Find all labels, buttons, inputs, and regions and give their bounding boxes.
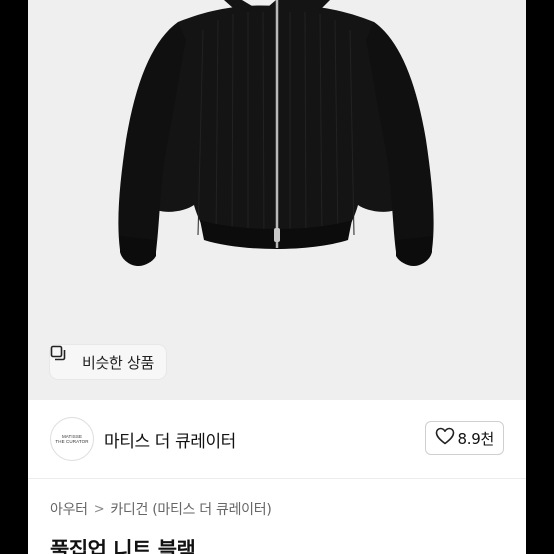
cardigan-illustration (118, 0, 434, 267)
similar-products-button[interactable]: 비슷한 상품 (50, 345, 166, 379)
left-frame-border (0, 0, 28, 554)
seller-logo[interactable]: MATISSE THE CURATOR (50, 417, 94, 461)
product-title: 풀집업 니트 블랙 (50, 538, 196, 554)
product-detail-page: 비슷한 상품 MATISSE THE CURATOR 마티스 더 큐레이터 8.… (28, 0, 526, 554)
right-frame-border (526, 0, 554, 554)
seller-name[interactable]: 마티스 더 큐레이터 (104, 427, 236, 452)
breadcrumb-separator: > (93, 501, 105, 517)
favorite-button[interactable]: 8.9천 (424, 421, 504, 455)
seller-logo-subtext: THE CURATOR (55, 439, 89, 444)
product-image[interactable]: 비슷한 상품 (28, 0, 526, 400)
similar-products-label: 비슷한 상품 (82, 353, 154, 372)
breadcrumb-item-cardigan[interactable]: 카디건 (마티스 더 큐레이터) (110, 499, 271, 519)
breadcrumb: 아우터 > 카디건 (마티스 더 큐레이터) (50, 499, 272, 519)
heart-icon (435, 427, 455, 449)
copy-icon (50, 345, 76, 370)
seller-row[interactable]: MATISSE THE CURATOR 마티스 더 큐레이터 8.9천 (28, 400, 526, 479)
favorite-count: 8.9천 (457, 429, 495, 448)
breadcrumb-item-outer[interactable]: 아우터 (50, 499, 88, 519)
